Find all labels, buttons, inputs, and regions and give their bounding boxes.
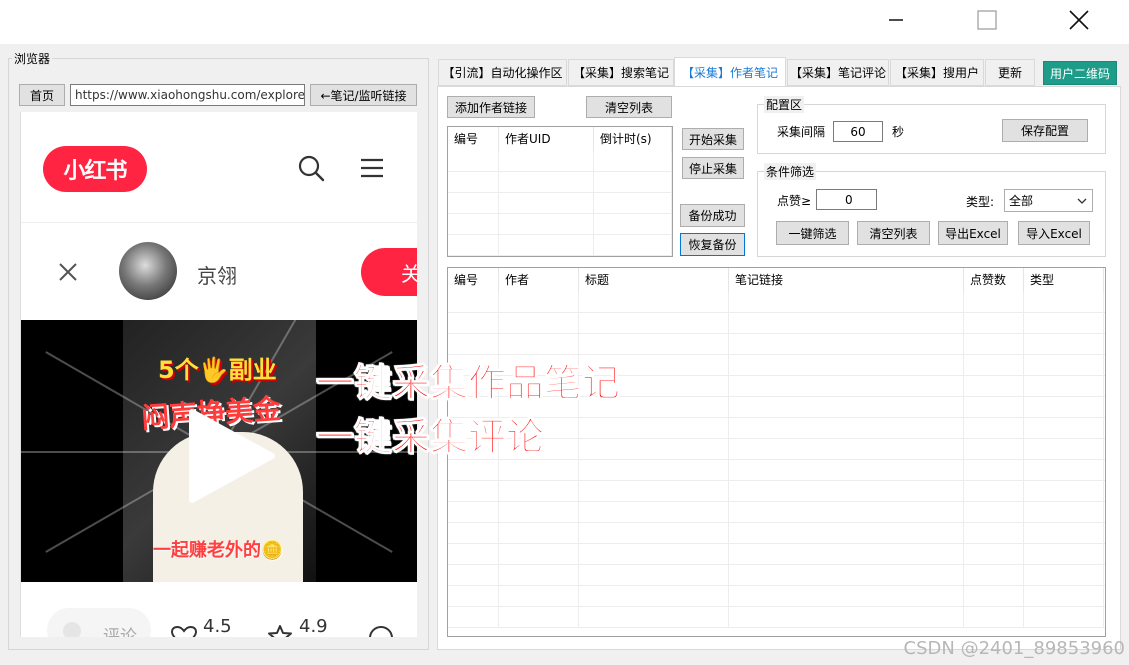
clear-author-list-button[interactable]: 清空列表: [586, 96, 672, 118]
overlay-text-collect-comments: 一键采集评论: [315, 415, 545, 460]
collect-icon[interactable]: [267, 624, 293, 637]
collect-count: 4.9: [299, 616, 328, 637]
close-note-icon[interactable]: [58, 262, 78, 282]
menu-icon[interactable]: [359, 156, 385, 180]
title-bar: [0, 0, 1129, 44]
col-author-uid[interactable]: 作者UID: [499, 127, 594, 151]
clear-results-button[interactable]: 清空列表: [857, 221, 930, 245]
import-excel-button[interactable]: 导入Excel: [1018, 221, 1090, 245]
type-label: 类型:: [966, 195, 995, 209]
col-author-no[interactable]: 编号: [448, 127, 499, 151]
comment-placeholder: 评论: [103, 627, 137, 637]
filter-group-title: 条件筛选: [764, 163, 817, 180]
csdn-watermark: CSDN @2401_89853960: [903, 638, 1125, 659]
col-title[interactable]: 标题: [579, 268, 729, 292]
url-input[interactable]: https://www.xiaohongshu.com/explore/6: [70, 84, 305, 106]
author-avatar[interactable]: [119, 242, 177, 300]
col-countdown[interactable]: 倒计时(s): [594, 127, 672, 151]
author-list-grid[interactable]: 编号 作者UID 倒计时(s): [447, 126, 673, 257]
qr-code-button[interactable]: 用户二维码: [1043, 61, 1117, 85]
tab-note-comments[interactable]: 【采集】笔记评论: [787, 59, 889, 86]
add-author-link-button[interactable]: 添加作者链接: [447, 96, 535, 118]
close-button[interactable]: [1056, 0, 1102, 40]
stop-collect-button[interactable]: 停止采集: [682, 157, 744, 179]
tab-search-users[interactable]: 【采集】搜用户: [890, 59, 984, 86]
type-select[interactable]: 全部: [1004, 189, 1093, 212]
minimize-button[interactable]: [873, 0, 919, 40]
like-count: 4.5: [203, 616, 232, 637]
type-select-value: 全部: [1009, 194, 1034, 208]
col-type[interactable]: 类型: [1024, 268, 1104, 292]
comment-icon[interactable]: [367, 624, 397, 637]
overlay-text-collect-notes: 一键采集作品笔记: [315, 361, 621, 406]
apply-filter-button[interactable]: 一键筛选: [776, 221, 849, 245]
author-grid-rows: [448, 151, 672, 256]
note-link-button[interactable]: ←笔记/监听链接: [310, 84, 417, 106]
poster-title-line1: 5个🖐副业: [158, 356, 277, 384]
likes-input[interactable]: 0: [816, 189, 877, 210]
close-icon: [1069, 10, 1089, 30]
export-excel-button[interactable]: 导出Excel: [938, 221, 1008, 245]
tab-author-notes[interactable]: 【采集】作者笔记: [674, 57, 786, 87]
tab-search-notes[interactable]: 【采集】搜索笔记: [568, 59, 674, 86]
xiaohongshu-logo[interactable]: 小红书: [43, 146, 147, 192]
save-config-button[interactable]: 保存配置: [1002, 119, 1088, 142]
col-likes[interactable]: 点赞数: [964, 268, 1024, 292]
seconds-label: 秒: [892, 125, 905, 139]
col-no[interactable]: 编号: [448, 268, 499, 292]
tab-update[interactable]: 更新: [985, 59, 1035, 86]
col-author[interactable]: 作者: [499, 268, 579, 292]
tab-auto-operation[interactable]: 【引流】自动化操作区: [438, 59, 567, 86]
play-icon[interactable]: [186, 408, 276, 504]
results-grid-header: 编号 作者 标题 笔记链接 点赞数 类型: [448, 268, 1104, 292]
comment-input[interactable]: 评论: [47, 608, 151, 637]
user-avatar-small: [63, 622, 81, 637]
maximize-button[interactable]: [964, 0, 1010, 40]
results-grid[interactable]: 编号 作者 标题 笔记链接 点赞数 类型: [447, 267, 1106, 637]
start-collect-button[interactable]: 开始采集: [682, 128, 744, 150]
chevron-down-icon: [1077, 198, 1087, 204]
author-name[interactable]: 京翎: [197, 260, 237, 289]
results-grid-rows: [448, 292, 1105, 628]
minimize-icon: [889, 19, 903, 21]
restore-backup-button[interactable]: 恢复备份: [680, 233, 745, 256]
interval-label: 采集间隔: [777, 125, 826, 139]
backup-button[interactable]: 备份成功: [680, 204, 745, 227]
like-icon[interactable]: [171, 626, 197, 637]
poster-title-line3: 一起赚老外的🪙: [153, 540, 284, 561]
col-note-link[interactable]: 笔记链接: [729, 268, 964, 292]
likes-label: 点赞≥: [777, 194, 812, 208]
interval-input[interactable]: 60: [833, 121, 883, 142]
home-button[interactable]: 首页: [19, 84, 65, 106]
follow-button[interactable]: 关: [361, 248, 417, 296]
maximize-icon: [977, 10, 997, 30]
author-grid-header: 编号 作者UID 倒计时(s): [448, 127, 672, 151]
browser-group-title: 浏览器: [12, 50, 53, 67]
header-divider: [21, 222, 417, 223]
search-icon[interactable]: [297, 154, 325, 182]
config-group-title: 配置区: [764, 96, 805, 113]
